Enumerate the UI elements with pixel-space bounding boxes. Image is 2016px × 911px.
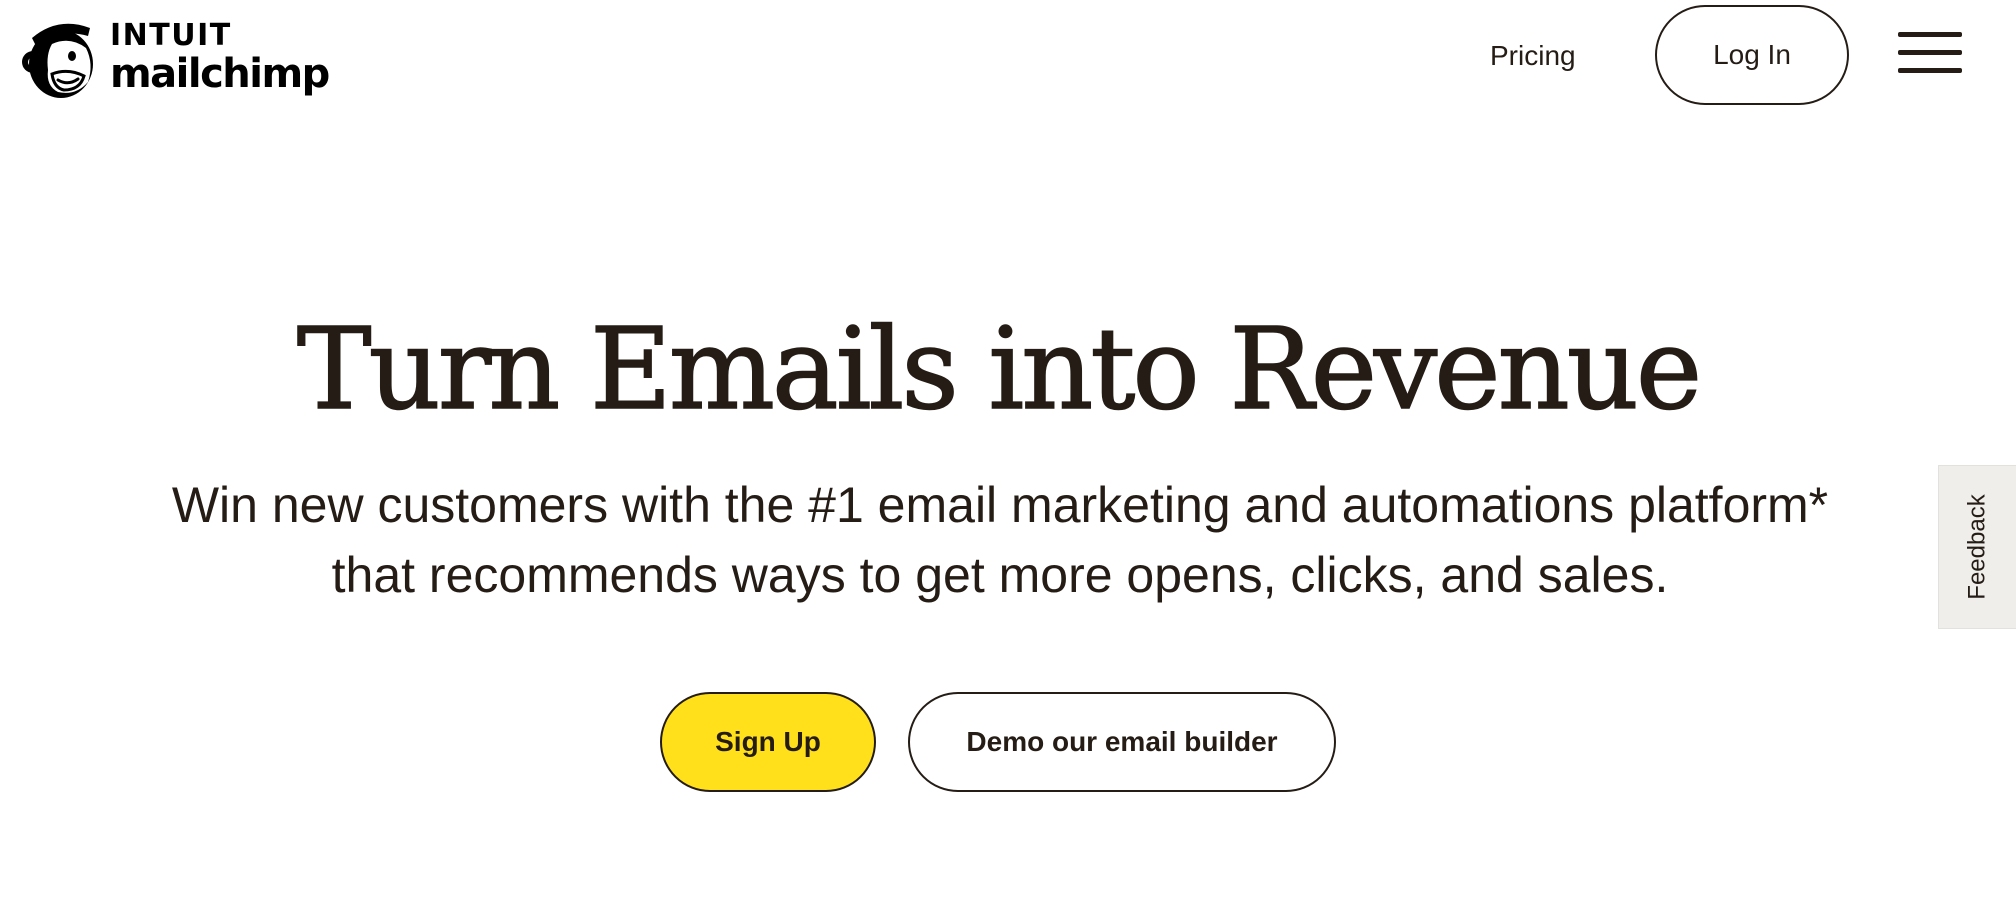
hero-subtitle: Win new customers with the #1 email mark… [171, 477, 1829, 603]
logo-wordmark: INTUIT mailchimp [110, 17, 330, 97]
mailchimp-freddie-logo-icon [22, 23, 93, 98]
sign-up-button[interactable]: Sign Up [660, 692, 876, 792]
hero-title: Turn Emails into Revenue [296, 304, 1703, 436]
mailchimp-logo-link[interactable]: INTUIT mailchimp [18, 12, 330, 102]
page: INTUIT mailchimp Pricing Log In Turn Ema… [0, 0, 2016, 911]
menu-bar [1898, 32, 1962, 37]
menu-bar [1898, 50, 1962, 55]
feedback-tab[interactable]: Feedback [1938, 465, 2016, 629]
feedback-label: Feedback [1963, 494, 1991, 600]
nav-pricing-link[interactable]: Pricing [1490, 36, 1576, 76]
menu-bar [1898, 68, 1962, 73]
demo-email-builder-button[interactable]: Demo our email builder [908, 692, 1336, 792]
logo-mailchimp-text: mailchimp [110, 50, 330, 97]
logo-intuit-text: INTUIT [110, 17, 232, 53]
hamburger-menu-icon[interactable] [1898, 28, 1964, 78]
login-button[interactable]: Log In [1655, 5, 1849, 105]
cta-button-group: Sign Up Demo our email builder [660, 692, 1336, 792]
